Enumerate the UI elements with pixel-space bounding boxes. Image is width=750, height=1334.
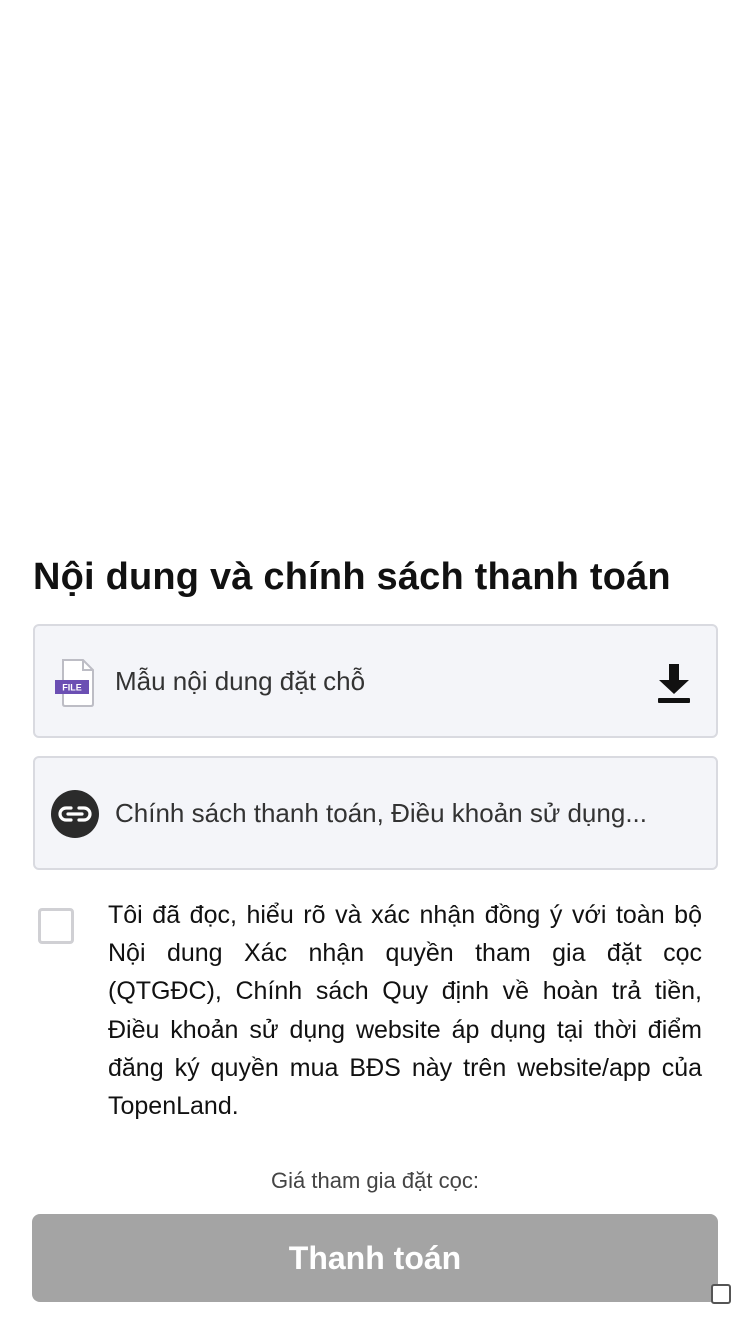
file-icon: FILE xyxy=(53,658,97,708)
floating-checkbox[interactable] xyxy=(711,1284,731,1304)
payment-policy-screen: Nội dung và chính sách thanh toán FILE M… xyxy=(0,0,750,1334)
booking-template-card[interactable]: FILE Mẫu nội dung đặt chỗ xyxy=(33,624,718,738)
consent-text: Tôi đã đọc, hiểu rõ và xác nhận đồng ý v… xyxy=(108,901,702,1121)
pay-button[interactable]: Thanh toán xyxy=(32,1214,718,1302)
link-icon xyxy=(51,790,99,838)
payment-policy-label: Chính sách thanh toán, Điều khoản sử dụn… xyxy=(115,797,647,828)
booking-template-label: Mẫu nội dung đặt chỗ xyxy=(115,665,366,696)
file-badge-text: FILE xyxy=(62,683,82,693)
payment-policy-card[interactable]: Chính sách thanh toán, Điều khoản sử dụn… xyxy=(33,756,718,870)
deposit-price-label: Giá tham gia đặt cọc: xyxy=(271,1168,479,1193)
section-title: Nội dung và chính sách thanh toán xyxy=(33,556,671,598)
download-icon[interactable] xyxy=(656,662,692,704)
consent-checkbox[interactable] xyxy=(38,908,74,944)
